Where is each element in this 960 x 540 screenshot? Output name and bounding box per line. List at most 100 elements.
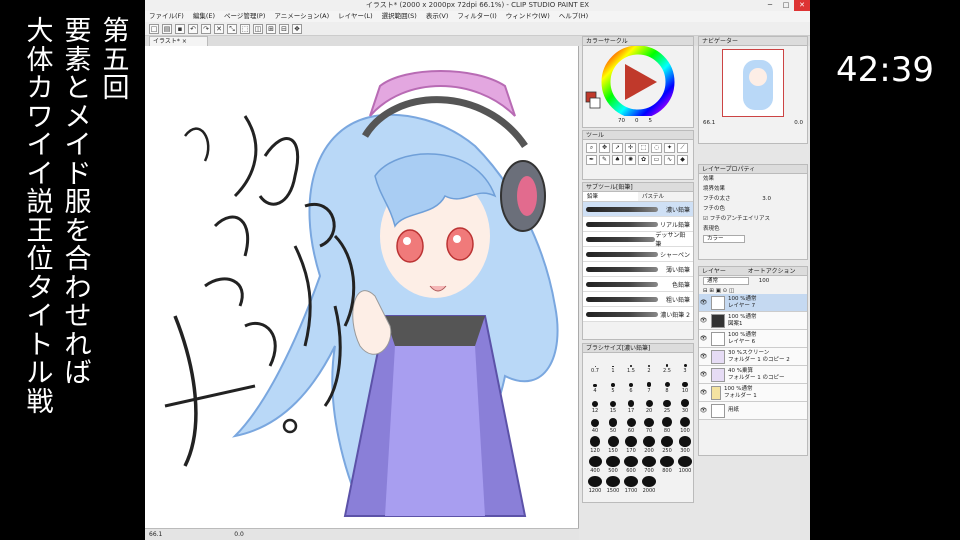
brush-size-option[interactable]: 2.5	[659, 356, 675, 374]
eye-icon[interactable]: 👁	[699, 371, 708, 378]
airbrush-tool-icon[interactable]: ✺	[625, 155, 636, 165]
brush-size-option[interactable]: 0.7	[587, 356, 603, 374]
brush-size-option[interactable]: 7	[641, 376, 657, 394]
brush-size-option[interactable]: 1500	[605, 476, 621, 494]
assets-icon[interactable]: ❖	[292, 23, 302, 34]
brush-item[interactable]: 色鉛筆	[583, 277, 693, 292]
antialias-checkbox[interactable]: ☑	[703, 216, 708, 222]
pen-tool-icon[interactable]: ✒	[586, 155, 597, 165]
invert-icon[interactable]: ◫	[253, 23, 263, 34]
brush-size-option[interactable]: 1	[605, 356, 621, 374]
brush-size-option[interactable]: 170	[623, 436, 639, 454]
brush-size-option[interactable]: 5	[605, 376, 621, 394]
tab-pencil[interactable]: 鉛筆	[583, 192, 638, 201]
brush-item[interactable]: シャーペン	[583, 247, 693, 262]
brush-size-option[interactable]: 30	[677, 396, 693, 414]
brush-size-option[interactable]: 400	[587, 456, 603, 474]
new-icon[interactable]: □	[149, 23, 159, 34]
minimize-button[interactable]: ─	[762, 0, 778, 11]
color-wheel[interactable]	[583, 45, 693, 119]
fill-tool-icon[interactable]: ◆	[677, 155, 688, 165]
hue-value[interactable]: 70	[618, 118, 625, 124]
navigator-preview[interactable]	[722, 49, 784, 117]
eye-icon[interactable]: 👁	[699, 299, 708, 306]
nav-zoom-value[interactable]: 66.1	[703, 120, 715, 126]
brush-item[interactable]: 薄い鉛筆	[583, 262, 693, 277]
menu-help[interactable]: ヘルプ(H)	[559, 11, 588, 22]
layer-row[interactable]: 👁 40 %乗算 フォルダー 1 のコピー	[699, 366, 807, 384]
lasso-tool-icon[interactable]: ◌	[651, 143, 662, 153]
layer-row[interactable]: 👁 30 %スクリーン フォルダー 1 のコピー 2	[699, 348, 807, 366]
brush-size-option[interactable]: 6	[623, 376, 639, 394]
open-icon[interactable]: ▤	[162, 23, 172, 34]
brush-size-option[interactable]: 15	[605, 396, 621, 414]
brush-size-option[interactable]: 1000	[677, 456, 693, 474]
deselect-icon[interactable]: ⬚	[240, 23, 250, 34]
selection-tool-icon[interactable]: ⬚	[638, 143, 649, 153]
brush-size-option[interactable]: 1200	[587, 476, 603, 494]
menu-layer[interactable]: レイヤー(L)	[338, 11, 373, 22]
brush-size-option[interactable]: 8	[659, 376, 675, 394]
menu-edit[interactable]: 編集(E)	[193, 11, 215, 22]
brush-size-option[interactable]: 250	[659, 436, 675, 454]
ruler-icon[interactable]: ⊟	[279, 23, 289, 34]
clear-icon[interactable]: ✕	[214, 23, 224, 34]
brush-size-option[interactable]: 50	[605, 416, 621, 434]
move-tool-icon[interactable]: ✥	[599, 143, 610, 153]
menu-animation[interactable]: アニメーション(A)	[274, 11, 329, 22]
brush-size-option[interactable]: 100	[677, 416, 693, 434]
eye-icon[interactable]: 👁	[699, 353, 708, 360]
eraser-tool-icon[interactable]: ▭	[651, 155, 662, 165]
layer-blend-row[interactable]: 通常 100	[699, 276, 807, 286]
tab-pastel[interactable]: パステル	[638, 192, 693, 201]
menu-window[interactable]: ウィンドウ(W)	[506, 11, 550, 22]
brush-item[interactable]: デッサン鉛筆	[583, 232, 693, 248]
snap-icon[interactable]: ⊞	[266, 23, 276, 34]
brush-size-option[interactable]: 4	[587, 376, 603, 394]
close-tab-icon[interactable]: ×	[182, 38, 187, 45]
transform-icon[interactable]: ⤡	[227, 23, 237, 34]
brush-item[interactable]: 粗い鉛筆	[583, 292, 693, 307]
brush-size-option[interactable]: 3	[677, 356, 693, 374]
brush-size-option[interactable]: 40	[587, 416, 603, 434]
close-button[interactable]: ✕	[794, 0, 810, 11]
border-effect-label[interactable]: 境界効果	[699, 184, 807, 194]
brush-size-option[interactable]: 17	[623, 396, 639, 414]
layer-row[interactable]: 👁 100 %通常 レイヤー 7	[699, 294, 807, 312]
document-tab[interactable]: イラスト* ×	[149, 36, 208, 46]
brush-size-option[interactable]: 120	[587, 436, 603, 454]
brush-size-option[interactable]: 1700	[623, 476, 639, 494]
brush-size-option[interactable]: 60	[623, 416, 639, 434]
layer-row[interactable]: 👁 100 %通常 図案1	[699, 312, 807, 330]
blend-tool-icon[interactable]: ∿	[664, 155, 675, 165]
eye-icon[interactable]: 👁	[699, 389, 708, 396]
auto-select-icon[interactable]: ✦	[664, 143, 675, 153]
brush-size-option[interactable]: 2000	[641, 476, 657, 494]
menu-view[interactable]: 表示(V)	[426, 11, 449, 22]
brush-size-option[interactable]: 800	[659, 456, 675, 474]
layer-row[interactable]: 👁 100 %通常 フォルダー 1	[699, 384, 807, 402]
eye-icon[interactable]: 👁	[699, 407, 708, 414]
brush-size-option[interactable]: 70	[641, 416, 657, 434]
nav-angle-value[interactable]: 0.0	[794, 120, 803, 126]
border-width-row[interactable]: フチの太さ 3.0	[699, 194, 807, 204]
layer-move-icon[interactable]: ✢	[625, 143, 636, 153]
menu-page[interactable]: ページ管理(P)	[224, 11, 265, 22]
brightness-value[interactable]: 5	[649, 118, 653, 124]
brush-size-option[interactable]: 12	[587, 396, 603, 414]
brush-size-option[interactable]: 2	[641, 356, 657, 374]
maximize-button[interactable]: □	[778, 0, 794, 11]
brush-size-option[interactable]: 200	[641, 436, 657, 454]
drawing-canvas[interactable]	[145, 46, 579, 528]
brush-size-option[interactable]: 1.5	[623, 356, 639, 374]
pencil-tool-icon[interactable]: ✎	[599, 155, 610, 165]
eye-icon[interactable]: 👁	[699, 317, 708, 324]
menu-select[interactable]: 選択範囲(S)	[382, 11, 417, 22]
undo-icon[interactable]: ↶	[188, 23, 198, 34]
brush-size-option[interactable]: 80	[659, 416, 675, 434]
menu-file[interactable]: ファイル(F)	[149, 11, 184, 22]
tab-auto-action[interactable]: オートアクション	[748, 268, 796, 275]
brush-tool-icon[interactable]: ♠	[612, 155, 623, 165]
zoom-tool-icon[interactable]: ⌕	[586, 143, 597, 153]
saturation-value[interactable]: 0	[635, 118, 639, 124]
